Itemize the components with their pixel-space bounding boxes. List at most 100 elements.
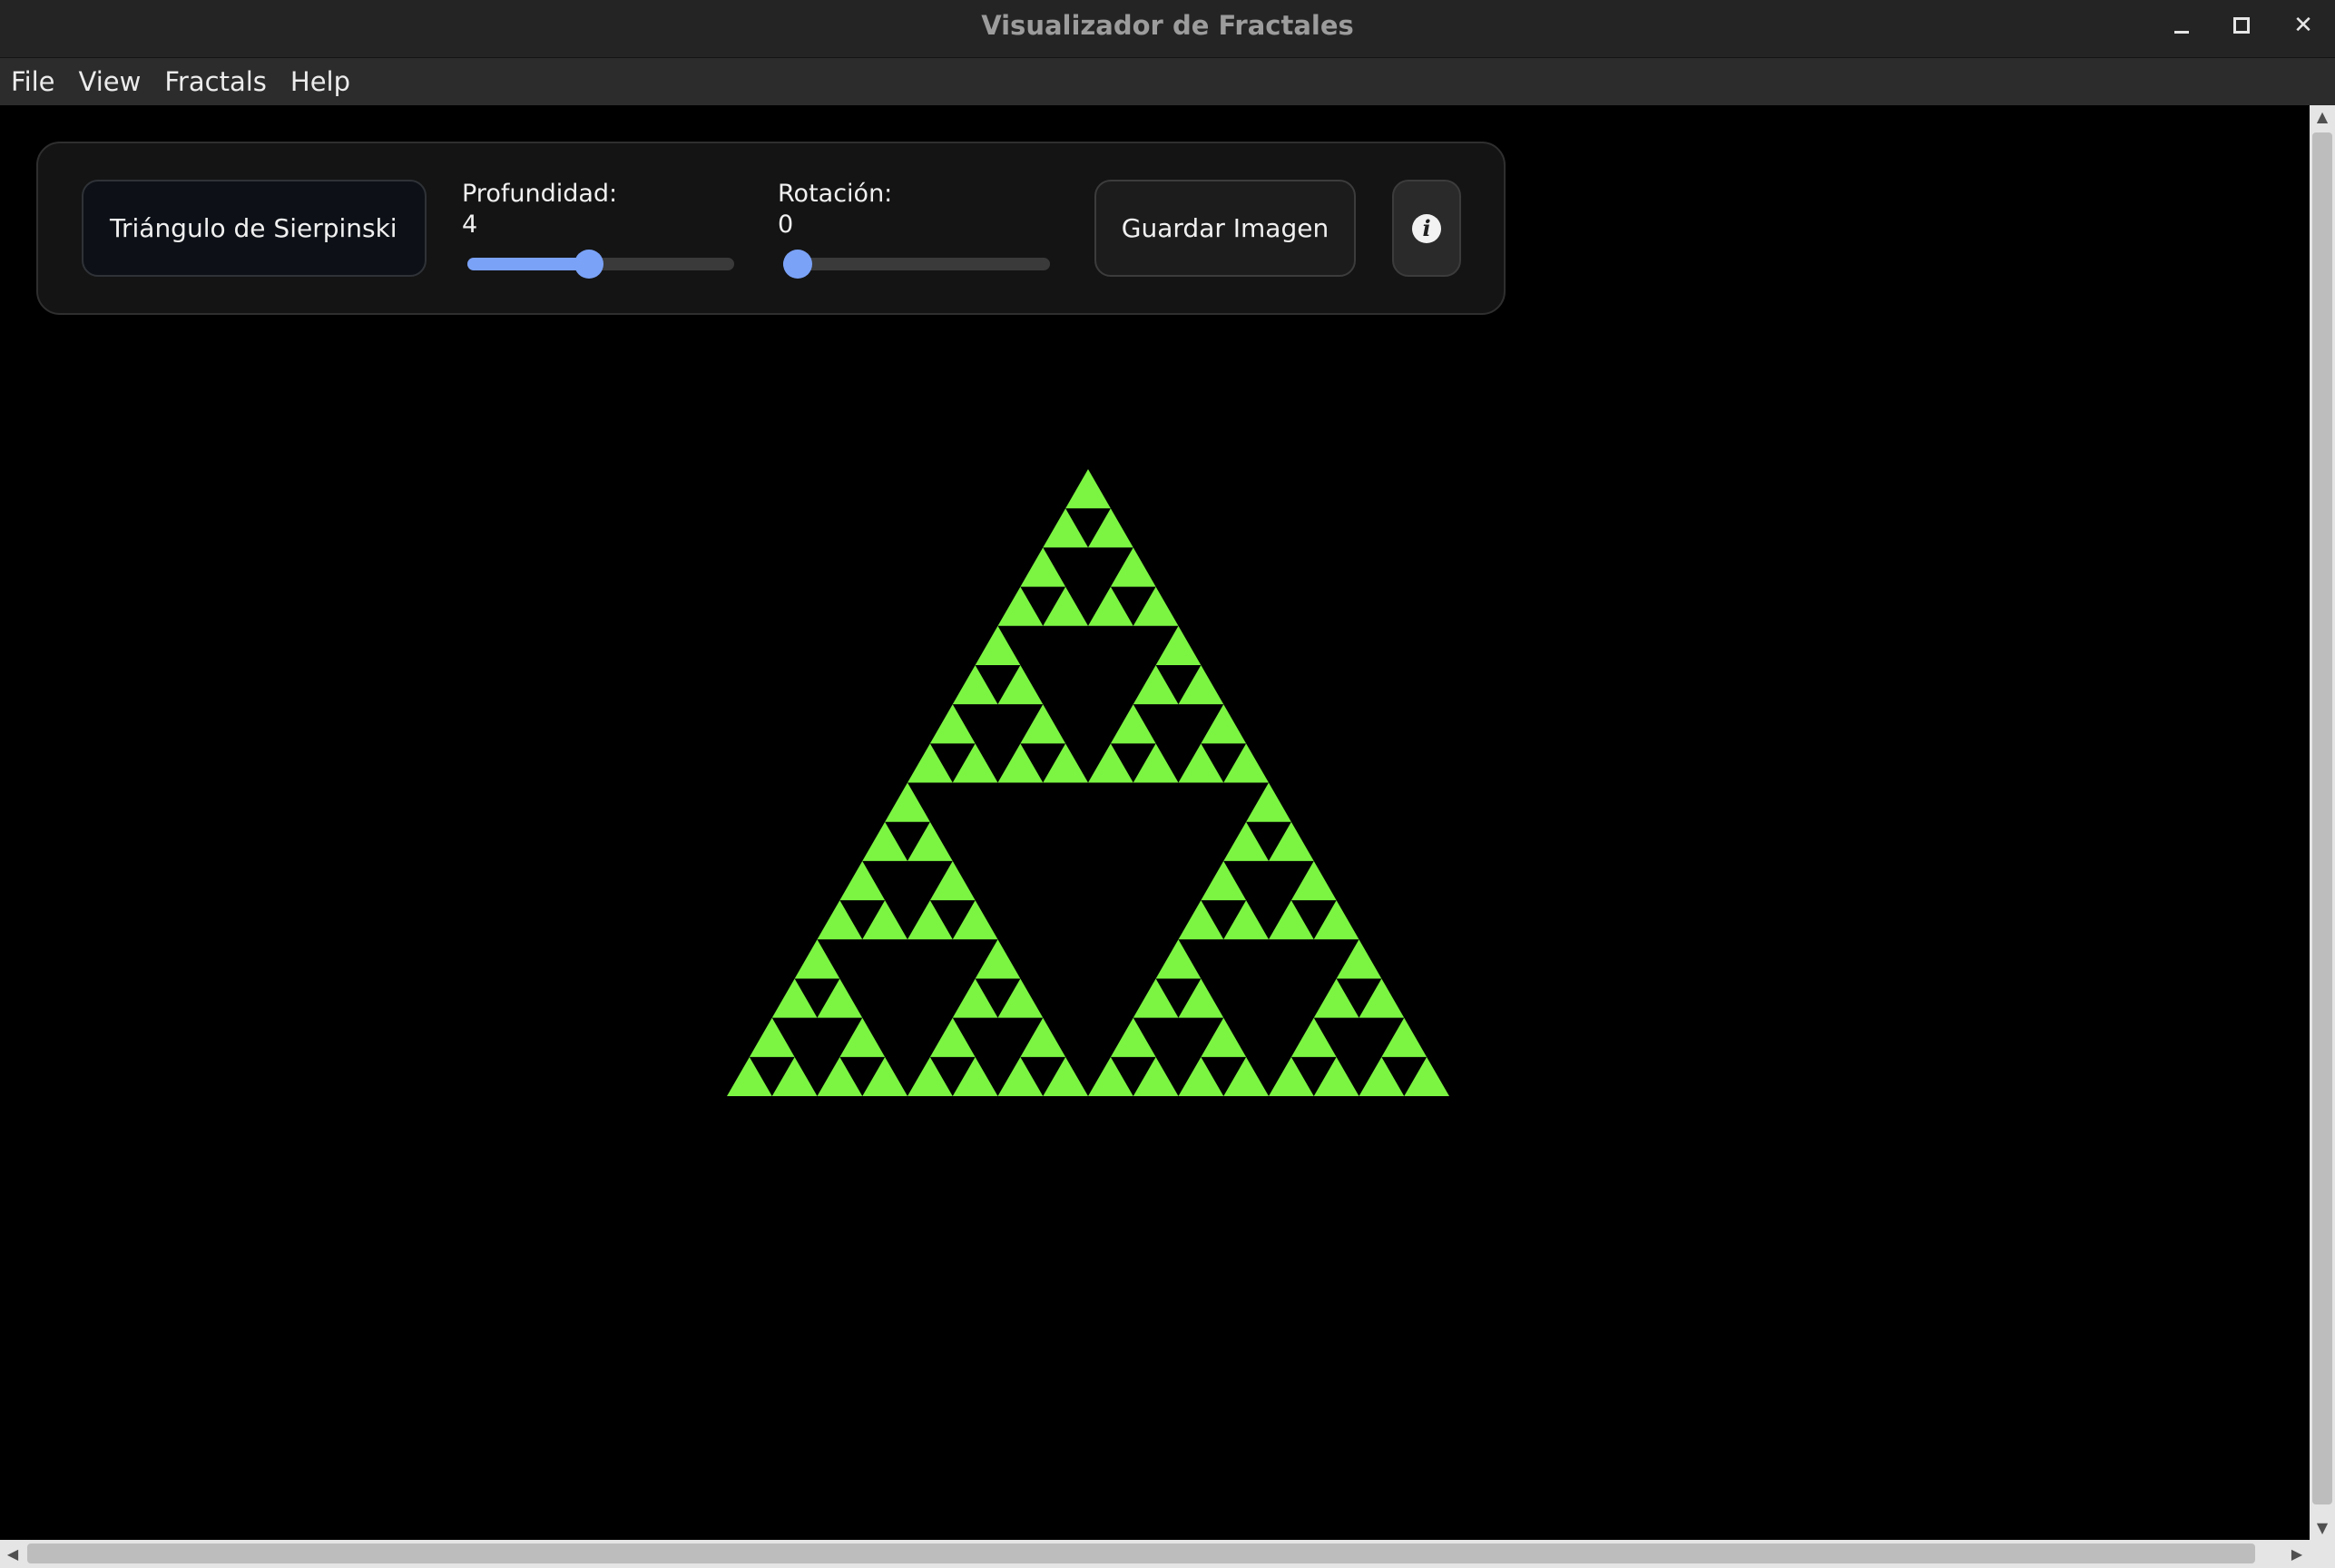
menu-fractals[interactable]: Fractals [152, 58, 279, 105]
fractal-triangle [908, 900, 953, 940]
fractal-triangle [1178, 743, 1224, 783]
fractal-triangle [839, 860, 886, 901]
save-image-button[interactable]: Guardar Imagen [1094, 180, 1356, 277]
fractal-triangle [1110, 1017, 1156, 1057]
rotation-control: Rotación: 0 [778, 180, 1050, 279]
fractal-triangle [929, 704, 976, 744]
fractal-triangle [1269, 1056, 1314, 1096]
fractal-triangle [1313, 1056, 1359, 1096]
menu-view[interactable]: View [67, 58, 153, 105]
fractal-triangle [1155, 939, 1202, 979]
fractal-triangle [862, 1056, 908, 1096]
fractal-triangle [929, 860, 976, 901]
fractal-triangle [1336, 939, 1382, 979]
fractal-triangle [1133, 1056, 1179, 1096]
fractal-canvas[interactable]: Triángulo de Sierpinski Profundidad: 4 R… [0, 105, 2310, 1540]
fractal-triangle [1133, 743, 1179, 783]
scroll-right-icon[interactable]: ▶ [2284, 1540, 2310, 1568]
rotation-label: Rotación: [778, 180, 893, 208]
maximize-icon [2233, 17, 2250, 34]
fractal-triangle [794, 939, 840, 979]
fractal-triangle [1223, 743, 1269, 783]
fractal-triangle [997, 743, 1044, 783]
fractal-triangle [839, 1017, 886, 1057]
fractal-triangle [1313, 900, 1359, 940]
fractal-triangle [952, 1056, 998, 1096]
fractal-triangle [862, 821, 908, 861]
vertical-scroll-thumb[interactable] [2312, 132, 2332, 1504]
fractal-triangle [997, 1056, 1044, 1096]
fractal-triangle [1404, 1056, 1449, 1096]
maximize-button[interactable] [2214, 5, 2269, 45]
fractal-triangle [952, 743, 998, 783]
scroll-up-icon[interactable]: ▲ [2310, 105, 2335, 129]
fractal-triangle [1313, 978, 1359, 1018]
fractal-triangle [1290, 1017, 1337, 1057]
fractal-triangle [1065, 469, 1111, 509]
fractal-triangle [997, 586, 1044, 626]
fractal-triangle [1043, 508, 1088, 548]
fractal-triangle [727, 1056, 772, 1096]
menu-bar: File View Fractals Help [0, 58, 2335, 105]
fractal-triangle [952, 900, 998, 940]
fractal-triangle [817, 1056, 863, 1096]
fractal-triangle [1155, 625, 1202, 665]
fractal-triangle [1043, 586, 1088, 626]
fractal-triangle [1043, 1056, 1088, 1096]
fractal-triangle [1223, 821, 1269, 861]
fractal-triangle [1043, 743, 1088, 783]
info-icon: i [1412, 213, 1441, 243]
scroll-down-icon[interactable]: ▼ [2310, 1516, 2335, 1540]
depth-label: Profundidad: [462, 180, 618, 208]
fractal-triangle [908, 743, 953, 783]
close-icon: ✕ [2293, 12, 2313, 39]
control-panel: Triángulo de Sierpinski Profundidad: 4 R… [36, 142, 1506, 315]
scrollbar-corner [2310, 1540, 2335, 1568]
fractal-triangle [1178, 900, 1224, 940]
fractal-triangle [1133, 664, 1179, 705]
rotation-slider-thumb[interactable] [783, 250, 812, 279]
title-bar: Visualizador de Fractales ✕ [0, 0, 2335, 58]
fractal-triangle [749, 1017, 795, 1057]
fractal-triangle [1223, 1056, 1269, 1096]
fractal-triangle [997, 664, 1044, 705]
horizontal-scrollbar[interactable]: ◀ ▶ [0, 1540, 2310, 1568]
info-button[interactable]: i [1392, 180, 1461, 277]
fractal-triangle [1223, 900, 1269, 940]
fractal-triangle [1088, 1056, 1133, 1096]
fractal-triangle [1246, 782, 1291, 822]
horizontal-scroll-thumb[interactable] [27, 1544, 2255, 1563]
fractal-type-select[interactable]: Triángulo de Sierpinski [82, 180, 427, 277]
sierpinski-triangle [727, 469, 1449, 1096]
fractal-triangle [1133, 978, 1179, 1018]
fractal-triangle [975, 625, 1021, 665]
depth-value: 4 [462, 211, 478, 239]
fractal-triangle [952, 978, 998, 1018]
fractal-triangle [1290, 860, 1337, 901]
scroll-left-icon[interactable]: ◀ [0, 1540, 25, 1568]
rotation-slider[interactable] [783, 250, 1050, 279]
depth-slider[interactable] [467, 250, 734, 279]
fractal-triangle [1110, 704, 1156, 744]
minimize-button[interactable] [2153, 5, 2208, 45]
fractal-triangle [1178, 1056, 1224, 1096]
fractal-triangle [1201, 860, 1247, 901]
rotation-value: 0 [778, 211, 794, 239]
depth-slider-fill [467, 258, 589, 270]
fractal-triangle [1088, 508, 1133, 548]
fractal-triangle [1110, 547, 1156, 587]
fractal-triangle [885, 782, 930, 822]
depth-slider-thumb[interactable] [574, 250, 603, 279]
fractal-triangle [975, 939, 1021, 979]
fractal-triangle [817, 900, 863, 940]
fractal-triangle [817, 978, 863, 1018]
menu-file[interactable]: File [9, 58, 67, 105]
fractal-triangle [862, 900, 908, 940]
menu-help[interactable]: Help [279, 58, 362, 105]
fractal-triangle [1381, 1017, 1427, 1057]
fractal-triangle [1201, 1017, 1247, 1057]
close-button[interactable]: ✕ [2276, 5, 2330, 45]
fractal-triangle [952, 664, 998, 705]
fractal-triangle [1088, 586, 1133, 626]
vertical-scrollbar[interactable]: ▲ ▼ [2310, 105, 2335, 1540]
